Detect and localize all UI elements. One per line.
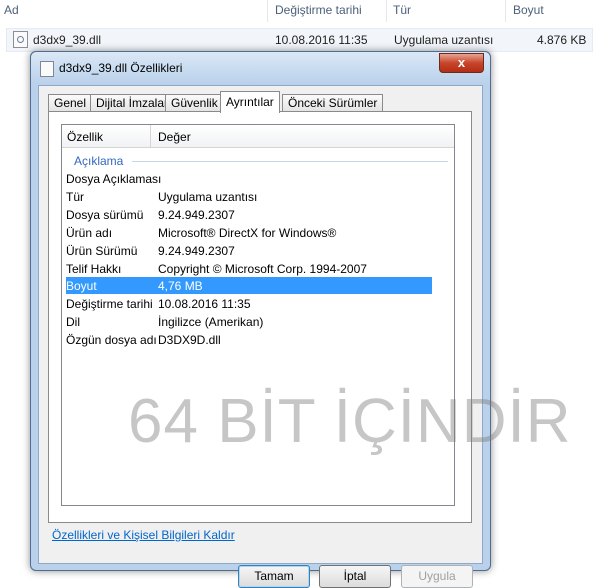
file-row[interactable]: d3dx9_39.dll 10.08.2016 11:35 Uygulama u… [6,28,593,52]
group-description: Açıklama [74,154,124,168]
property-value: 10.08.2016 11:35 [158,297,251,311]
column-modified[interactable]: Değiştirme tarihi [275,3,362,17]
dll-file-icon [13,31,28,48]
watermark-text: 64 BİT İÇİNDİR [128,387,572,456]
property-value: 4,76 MB [158,279,203,293]
property-row[interactable]: Ürün adı Microsoft® DirectX for Windows® [66,224,432,241]
apply-button: Uygula [401,565,473,588]
tab-general[interactable]: Genel [48,94,93,112]
dialog-client-area: Genel Dijital İmzalar Güvenlik Ayrıntıla… [38,85,483,588]
property-key: Özgün dosya adı [66,333,157,347]
property-key: Telif Hakkı [66,262,122,276]
property-value: İngilizce (Amerikan) [158,315,264,329]
tab-previous-versions[interactable]: Önceki Sürümler [282,94,384,112]
details-panel: Özellik Değer Açıklama Dosya Açıklaması … [48,111,472,523]
tab-details[interactable]: Ayrıntılar [220,91,280,113]
dialog-titlebar[interactable]: d3dx9_39.dll Özellikleri x [31,52,490,84]
header-property[interactable]: Özellik [67,130,103,144]
tab-security[interactable]: Güvenlik [165,94,224,112]
column-size[interactable]: Boyut [513,3,544,17]
close-button[interactable]: x [439,53,484,73]
header-value[interactable]: Değer [158,130,191,144]
property-row[interactable]: Tür Uygulama uzantısı [66,188,432,205]
tab-digital-signatures[interactable]: Dijital İmzalar [90,94,175,112]
file-modified: 10.08.2016 11:35 [275,33,368,47]
property-row[interactable]: Dil İngilizce (Amerikan) [66,313,432,330]
property-row[interactable]: Dosya Açıklaması [66,170,432,187]
property-row[interactable]: Dosya sürümü 9.24.949.2307 [66,206,432,223]
ok-button[interactable]: Tamam [238,565,310,588]
properties-dialog: d3dx9_39.dll Özellikleri x Genel Dijital… [30,51,491,588]
property-row[interactable]: Değiştirme tarihi 10.08.2016 11:35 [66,295,432,312]
property-key: Ürün adı [66,226,113,240]
property-value: Copyright © Microsoft Corp. 1994-2007 [158,262,367,276]
column-type[interactable]: Tür [393,3,411,17]
property-key: Ürün Sürümü [66,244,138,258]
property-value: Microsoft® DirectX for Windows® [158,226,337,240]
property-key: Değiştirme tarihi [66,297,153,311]
property-row[interactable]: Özgün dosya adı D3DX9D.dll [66,331,432,348]
property-value: D3DX9D.dll [158,333,221,347]
property-row[interactable]: Ürün Sürümü 9.24.949.2307 [66,242,432,259]
column-separator[interactable] [505,0,506,22]
column-separator[interactable] [267,0,268,22]
file-name: d3dx9_39.dll [33,33,102,47]
header-separator[interactable] [150,125,151,147]
property-row-selected[interactable]: Boyut 4,76 MB [66,277,432,294]
file-size: 4.876 KB [537,33,587,47]
property-key: Dosya sürümü [66,208,144,222]
property-row[interactable]: Telif Hakkı Copyright © Microsoft Corp. … [66,260,432,277]
dll-file-icon [40,61,54,77]
property-key: Dil [66,315,80,329]
explorer-column-header: Ad Değiştirme tarihi Tür Boyut [0,0,604,23]
column-separator[interactable] [386,0,387,22]
cancel-button[interactable]: İptal [319,565,391,588]
property-value: Uygulama uzantısı [158,190,258,204]
file-type: Uygulama uzantısı [394,33,494,47]
column-name[interactable]: Ad [4,3,19,17]
property-key: Boyut [66,279,97,293]
property-key: Tür [66,190,84,204]
property-value: 9.24.949.2307 [158,244,235,258]
remove-properties-link[interactable]: Özellikleri ve Kişisel Bilgileri Kaldır [52,528,235,542]
property-list-header: Özellik Değer [62,125,454,148]
group-divider [132,161,448,162]
dialog-title: d3dx9_39.dll Özellikleri [59,61,183,75]
property-value: 9.24.949.2307 [158,208,235,222]
property-key: Dosya Açıklaması [66,172,162,186]
